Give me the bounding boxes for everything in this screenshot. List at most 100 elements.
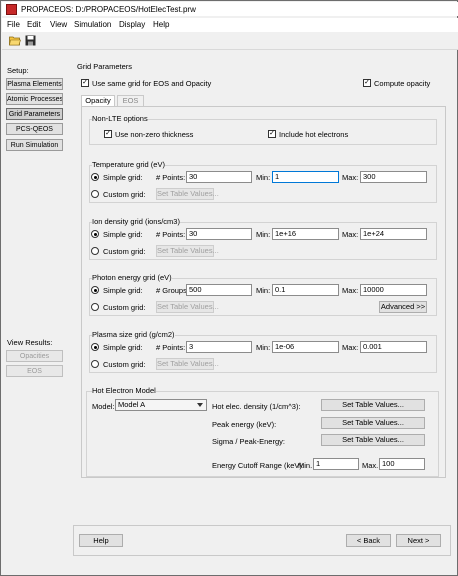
ion-density-count-label: # Points: [156, 230, 186, 239]
temperature-grid-title: Temperature grid (eV) [92, 160, 165, 169]
advanced-button[interactable]: Advanced >> [379, 301, 427, 313]
tab-opacity[interactable]: Opacity [81, 95, 115, 106]
app-icon [6, 4, 17, 15]
title-bar: PROPACEOS: D:/PROPACEOS/HotElecTest.prw [2, 2, 458, 16]
menu-simulation[interactable]: Simulation [74, 20, 111, 29]
photon-energy-custom-label: Custom grid: [103, 303, 146, 312]
open-folder-icon[interactable] [9, 35, 21, 46]
photon-energy-set-table-button[interactable]: Set Table Values... [156, 301, 219, 313]
temperature-custom-radio[interactable] [91, 190, 99, 198]
temperature-max-input[interactable]: 300 [360, 171, 427, 183]
help-button[interactable]: Help [79, 534, 123, 547]
setup-label: Setup: [7, 66, 29, 75]
nonzero-thickness-label: Use non-zero thickness [115, 130, 194, 139]
back-button[interactable]: < Back [346, 534, 391, 547]
plasma-size-custom-radio[interactable] [91, 360, 99, 368]
hot-density-label: Hot elec. density (1/cm^3): [212, 402, 301, 411]
plasma-size-set-table-button[interactable]: Set Table Values... [156, 358, 219, 370]
hot-electrons-checkbox[interactable]: ✓ [268, 130, 276, 138]
temperature-max-label: Max: [342, 173, 359, 182]
sidebar-item-pcs-qeos[interactable]: PCS-QEOS [6, 123, 63, 135]
compute-opacity-label: Compute opacity [374, 79, 431, 88]
hot-electrons-label: Include hot electrons [279, 130, 349, 139]
hot-density-set-table-button[interactable]: Set Table Values... [321, 399, 425, 411]
plasma-size-custom-label: Custom grid: [103, 360, 146, 369]
sigma-label: Sigma / Peak-Energy: [212, 437, 285, 446]
photon-energy-max-input[interactable]: 10000 [360, 284, 427, 296]
compute-opacity-checkbox[interactable]: ✓ [363, 79, 371, 87]
cutoff-max-input[interactable]: 100 [379, 458, 425, 470]
same-grid-checkbox[interactable]: ✓ [81, 79, 89, 87]
sidebar-item-plasma-elements[interactable]: Plasma Elements [6, 78, 63, 90]
photon-energy-min-label: Min: [256, 286, 271, 295]
toolbar [2, 32, 458, 50]
peak-energy-set-table-button[interactable]: Set Table Values... [321, 417, 425, 429]
ion-density-simple-label: Simple grid: [103, 230, 143, 239]
photon-energy-count-label: # Groups: [156, 286, 189, 295]
temperature-custom-label: Custom grid: [103, 190, 146, 199]
ion-density-custom-radio[interactable] [91, 247, 99, 255]
cutoff-max-label: Max. [362, 461, 379, 470]
cutoff-label: Energy Cutoff Range (keV): [212, 461, 304, 470]
nonlte-title: Non-LTE options [92, 114, 148, 123]
photon-energy-simple-radio[interactable] [91, 286, 99, 294]
plasma-size-count-label: # Points: [156, 343, 186, 352]
ion-density-points-input[interactable]: 30 [186, 228, 252, 240]
model-select-value: Model A [118, 400, 146, 409]
menu-bar: File Edit View Simulation Display Help [2, 18, 458, 32]
view-results-label: View Results: [7, 338, 53, 347]
plasma-size-min-label: Min: [256, 343, 271, 352]
plasma-size-max-label: Max: [342, 343, 359, 352]
temperature-points-input[interactable]: 30 [186, 171, 252, 183]
ion-density-grid-title: Ion density grid (ions/cm3) [92, 217, 180, 226]
menu-view[interactable]: View [50, 20, 67, 29]
ion-density-max-input[interactable]: 1e+24 [360, 228, 427, 240]
sidebar-item-grid-parameters[interactable]: Grid Parameters [6, 108, 63, 120]
plasma-size-simple-radio[interactable] [91, 343, 99, 351]
plasma-size-points-input[interactable]: 3 [186, 341, 252, 353]
temperature-min-input[interactable]: 1 [272, 171, 339, 183]
footer-bar [73, 525, 451, 556]
tab-eos[interactable]: EOS [117, 95, 144, 106]
plasma-size-simple-label: Simple grid: [103, 343, 143, 352]
sigma-set-table-button[interactable]: Set Table Values... [321, 434, 425, 446]
temperature-count-label: # Points: [156, 173, 186, 182]
sidebar-item-atomic-processes[interactable]: Atomic Processes [6, 93, 63, 105]
plasma-size-min-input[interactable]: 1e-06 [272, 341, 339, 353]
sidebar-item-eos[interactable]: EOS [6, 365, 63, 377]
photon-energy-custom-radio[interactable] [91, 303, 99, 311]
photon-energy-grid-title: Photon energy grid (eV) [92, 273, 172, 282]
temperature-simple-label: Simple grid: [103, 173, 143, 182]
plasma-size-max-input[interactable]: 0.001 [360, 341, 427, 353]
same-grid-label: Use same grid for EOS and Opacity [92, 79, 212, 88]
ion-density-max-label: Max: [342, 230, 359, 239]
model-select[interactable]: Model A [115, 399, 207, 411]
menu-display[interactable]: Display [119, 20, 145, 29]
cutoff-min-label: Min. [298, 461, 313, 470]
ion-density-min-input[interactable]: 1e+16 [272, 228, 339, 240]
next-button[interactable]: Next > [396, 534, 441, 547]
peak-energy-label: Peak energy (keV): [212, 420, 277, 429]
window-title: PROPACEOS: D:/PROPACEOS/HotElecTest.prw [21, 5, 196, 14]
plasma-size-grid-title: Plasma size grid (g/cm2) [92, 330, 175, 339]
menu-file[interactable]: File [7, 20, 20, 29]
nonzero-thickness-checkbox[interactable]: ✓ [104, 130, 112, 138]
sidebar-item-opacities[interactable]: Opacities [6, 350, 63, 362]
temperature-simple-radio[interactable] [91, 173, 99, 181]
chevron-down-icon [197, 403, 203, 407]
menu-help[interactable]: Help [153, 20, 169, 29]
temperature-set-table-button[interactable]: Set Table Values... [156, 188, 219, 200]
photon-energy-min-input[interactable]: 0.1 [272, 284, 339, 296]
photon-energy-groups-input[interactable]: 500 [186, 284, 252, 296]
save-icon[interactable] [25, 35, 37, 46]
menu-edit[interactable]: Edit [27, 20, 41, 29]
cutoff-min-input[interactable]: 1 [313, 458, 359, 470]
ion-density-set-table-button[interactable]: Set Table Values... [156, 245, 219, 257]
section-title: Grid Parameters [77, 62, 133, 71]
sidebar-item-run-simulation[interactable]: Run Simulation [6, 139, 63, 151]
ion-density-custom-label: Custom grid: [103, 247, 146, 256]
ion-density-simple-radio[interactable] [91, 230, 99, 238]
photon-energy-max-label: Max: [342, 286, 359, 295]
photon-energy-simple-label: Simple grid: [103, 286, 143, 295]
temperature-min-label: Min: [256, 173, 271, 182]
